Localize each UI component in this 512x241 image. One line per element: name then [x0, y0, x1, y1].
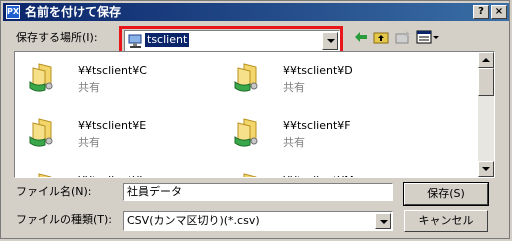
- list-item[interactable]: ¥¥tsclient¥E 共有: [15, 113, 215, 153]
- item-name: ¥¥tsclient¥C: [78, 64, 147, 77]
- up-folder-button[interactable]: [371, 28, 391, 46]
- vertical-scrollbar[interactable]: [478, 52, 494, 177]
- app-icon: PX: [6, 5, 20, 19]
- filetype-dropdown[interactable]: CSV(カンマ区切り)(*.csv): [123, 211, 393, 231]
- filename-input[interactable]: 社員データ: [123, 183, 393, 201]
- item-name: ¥¥tsclient¥M: [283, 174, 354, 177]
- shared-folder-icon: [234, 63, 258, 92]
- shared-folder-icon: [38, 173, 52, 177]
- list-item[interactable]: ¥¥tsclient¥D 共有: [220, 58, 420, 98]
- save-button[interactable]: 保存(S): [403, 182, 489, 206]
- views-menu-button[interactable]: [415, 28, 441, 46]
- cancel-button[interactable]: キャンセル: [404, 210, 488, 232]
- chevron-down-icon[interactable]: [375, 213, 391, 229]
- item-type: 共有: [78, 136, 100, 149]
- file-list[interactable]: ¥¥tsclient¥C 共有 ¥¥tsclient¥D 共有 ¥¥tsclient¥E…: [14, 51, 495, 178]
- scroll-thumb[interactable]: [478, 68, 494, 96]
- list-item[interactable]: ¥¥tsclient¥F 共有: [220, 113, 420, 153]
- help-button[interactable]: ?: [473, 5, 489, 19]
- item-name: ¥¥tsclient¥E: [78, 119, 147, 132]
- item-name: ¥¥tsclient¥D: [283, 64, 353, 77]
- list-item[interactable]: ¥¥tsclient¥M: [220, 168, 420, 177]
- arrow-down-icon: [482, 167, 490, 171]
- new-folder-button[interactable]: [393, 28, 413, 46]
- back-button[interactable]: [351, 28, 371, 46]
- shared-folder-icon: [234, 118, 258, 147]
- filetype-label: ファイルの種類(T):: [16, 213, 113, 226]
- views-menu-icon: [416, 30, 439, 44]
- save-as-dialog: PX 名前を付けて保存 ? × 保存する場所(I): tsclient ¥¥ts…: [0, 0, 510, 239]
- filename-label: ファイル名(N):: [16, 185, 92, 198]
- scroll-up-button[interactable]: [478, 52, 494, 68]
- item-type: 共有: [283, 136, 305, 149]
- new-folder-icon: [395, 31, 410, 44]
- save-location-label: 保存する場所(I):: [16, 31, 98, 44]
- filetype-value: CSV(カンマ区切り)(*.csv): [127, 214, 260, 227]
- title-bar[interactable]: PX 名前を付けて保存 ? ×: [3, 3, 509, 21]
- item-name: ¥¥tsclient¥I: [78, 174, 143, 177]
- shared-folder-icon: [243, 173, 257, 177]
- list-item[interactable]: ¥¥tsclient¥I: [15, 168, 215, 177]
- arrow-up-icon: [482, 58, 490, 62]
- shared-folder-icon: [29, 63, 53, 92]
- list-item[interactable]: ¥¥tsclient¥C 共有: [15, 58, 215, 98]
- item-name: ¥¥tsclient¥F: [283, 119, 351, 132]
- item-type: 共有: [283, 81, 305, 94]
- close-button[interactable]: ×: [491, 5, 507, 19]
- scroll-down-button[interactable]: [478, 161, 494, 177]
- folder-up-icon: [373, 32, 389, 44]
- arrow-left-icon: [355, 32, 367, 42]
- item-type: 共有: [78, 81, 100, 94]
- dialog-title: 名前を付けて保存: [25, 5, 122, 19]
- shared-folder-icon: [29, 118, 53, 147]
